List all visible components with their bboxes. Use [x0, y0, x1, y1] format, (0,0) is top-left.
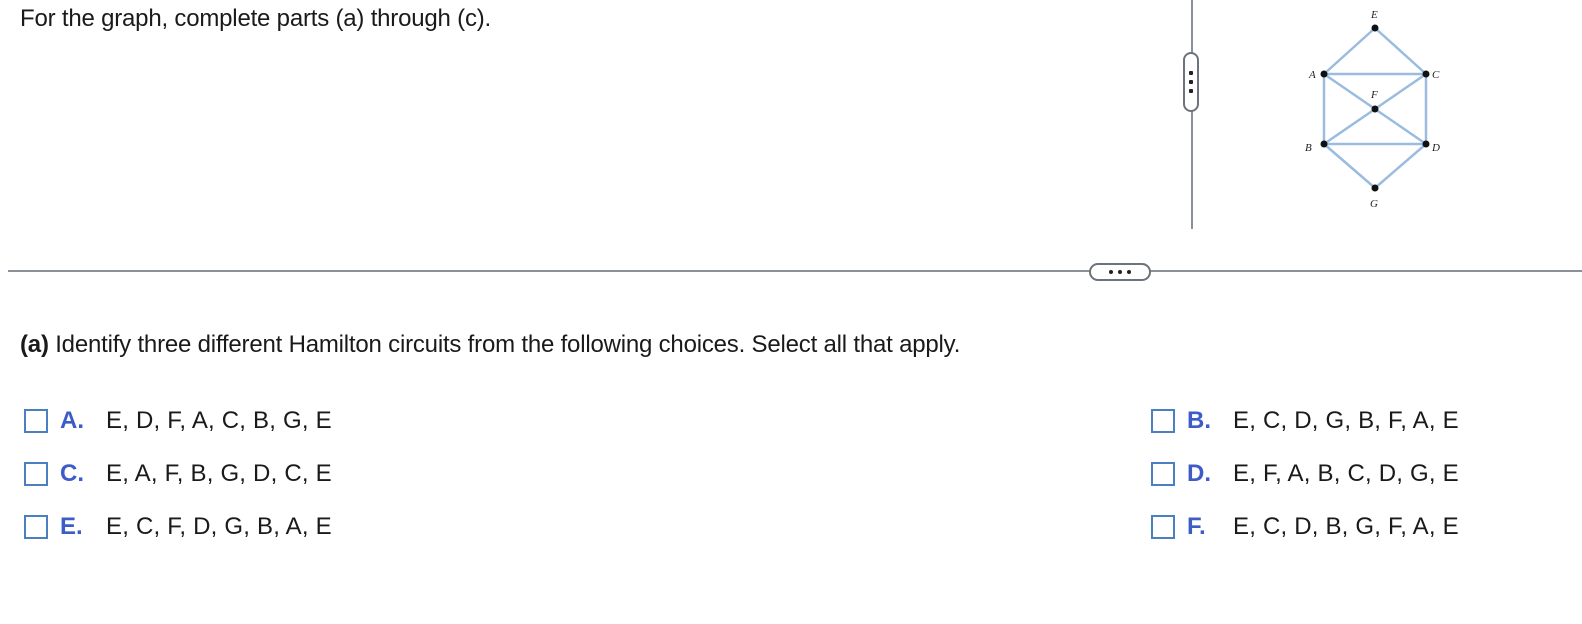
vertex-c: [1422, 70, 1430, 78]
choice-text-e: E, C, F, D, G, B, A, E: [106, 513, 332, 540]
choice-f[interactable]: F. E, C, D, B, G, F, A, E: [1151, 512, 1459, 542]
part-label: (a): [20, 331, 49, 358]
graph-figure: E A C F B D G: [1305, 9, 1440, 210]
choice-letter-a: A.: [60, 407, 84, 434]
question-text: (a) Identify three different Hamilton ci…: [20, 331, 960, 359]
vertex-label-d: D: [1431, 142, 1440, 154]
handle-dot-icon: [1189, 80, 1193, 84]
handle-dot-icon: [1109, 270, 1113, 274]
edge-d-g: [1374, 143, 1427, 189]
checkbox-d[interactable]: [1151, 462, 1175, 486]
checkbox-f[interactable]: [1151, 515, 1175, 539]
vertex-b: [1320, 140, 1328, 148]
choice-text-d: E, F, A, B, C, D, G, E: [1233, 460, 1459, 487]
handle-dot-icon: [1189, 89, 1193, 93]
edge-b-f: [1323, 107, 1376, 146]
choice-text-b: E, C, D, G, B, F, A, E: [1233, 407, 1459, 434]
choice-d[interactable]: D. E, F, A, B, C, D, G, E: [1151, 459, 1459, 489]
choice-text-f: E, C, D, B, G, F, A, E: [1233, 513, 1459, 540]
edge-f-d: [1374, 107, 1427, 146]
checkbox-e[interactable]: [24, 515, 48, 539]
handle-dot-icon: [1127, 270, 1131, 274]
edge-f-c: [1374, 72, 1427, 111]
vertex-label-a: A: [1308, 69, 1316, 81]
problem-prompt: For the graph, complete parts (a) throug…: [20, 5, 492, 32]
horizontal-resize-handle[interactable]: [1089, 263, 1151, 281]
vertex-e: [1371, 24, 1379, 32]
graph-vertices: [1320, 24, 1430, 192]
vertex-a: [1320, 70, 1328, 78]
vertical-divider: [1191, 0, 1193, 229]
choice-text-a: E, D, F, A, C, B, G, E: [106, 407, 332, 434]
choice-e[interactable]: E. E, C, F, D, G, B, A, E: [24, 512, 332, 542]
vertex-label-c: C: [1432, 69, 1440, 81]
choice-letter-b: B.: [1187, 407, 1211, 434]
choice-letter-e: E.: [60, 513, 83, 540]
vertex-d: [1422, 140, 1430, 148]
vertex-label-b: B: [1305, 142, 1312, 154]
question-body: Identify three different Hamilton circui…: [48, 331, 961, 358]
handle-dot-icon: [1189, 71, 1193, 75]
checkbox-b[interactable]: [1151, 409, 1175, 433]
vertex-label-f: F: [1370, 89, 1378, 101]
vertex-f: [1371, 105, 1379, 113]
edge-e-a: [1323, 27, 1376, 75]
vertex-label-e: E: [1370, 9, 1378, 21]
checkbox-a[interactable]: [24, 409, 48, 433]
choice-letter-f: F.: [1187, 513, 1206, 540]
vertex-label-g: G: [1370, 198, 1378, 210]
choice-b[interactable]: B. E, C, D, G, B, F, A, E: [1151, 406, 1459, 436]
choice-text-c: E, A, F, B, G, D, C, E: [106, 460, 332, 487]
choice-letter-c: C.: [60, 460, 84, 487]
checkbox-c[interactable]: [24, 462, 48, 486]
choice-letter-d: D.: [1187, 460, 1211, 487]
choice-a[interactable]: A. E, D, F, A, C, B, G, E: [24, 406, 332, 436]
vertical-resize-handle[interactable]: [1183, 52, 1199, 112]
horizontal-divider: [8, 270, 1582, 272]
edge-b-g: [1323, 143, 1376, 189]
edge-a-f: [1323, 72, 1376, 111]
handle-dot-icon: [1118, 270, 1122, 274]
edge-e-c: [1374, 27, 1427, 75]
vertex-g: [1371, 184, 1379, 192]
question-page: For the graph, complete parts (a) throug…: [0, 0, 1582, 624]
choice-c[interactable]: C. E, A, F, B, G, D, C, E: [24, 459, 332, 489]
